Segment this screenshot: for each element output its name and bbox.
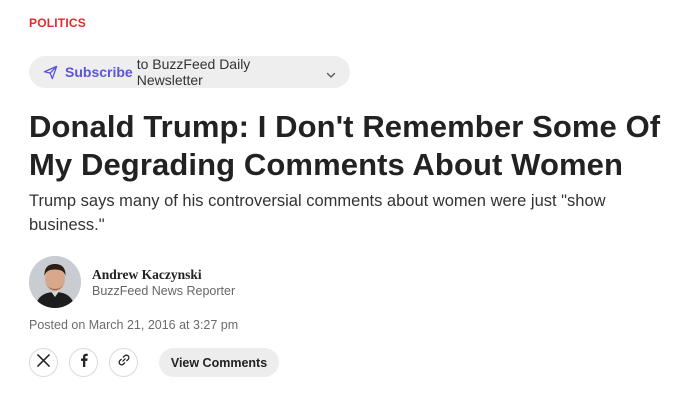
section-link-politics[interactable]: POLITICS [29,16,86,30]
posted-timestamp: Posted on March 21, 2016 at 3:27 pm [29,318,239,332]
newsletter-subscribe-button[interactable]: Subscribe to BuzzFeed Daily Newsletter [29,56,350,88]
author-info: Andrew Kaczynski BuzzFeed News Reporter [92,266,235,299]
share-facebook-button[interactable] [69,348,98,377]
article-headline: Donald Trump: I Don't Remember Some Of M… [29,109,661,182]
copy-link-button[interactable] [109,348,138,377]
x-icon [37,353,50,372]
author-name-link[interactable]: Andrew Kaczynski [92,266,235,283]
byline: Andrew Kaczynski BuzzFeed News Reporter [29,256,235,308]
author-avatar[interactable] [29,256,81,308]
newsletter-name: to BuzzFeed Daily Newsletter [136,56,251,88]
author-title: BuzzFeed News Reporter [92,283,236,298]
view-comments-button[interactable]: View Comments [159,348,279,377]
share-bar: View Comments [29,348,279,377]
subscribe-label: Subscribe [65,64,133,80]
send-icon [43,65,58,80]
share-x-button[interactable] [29,348,58,377]
article-dek: Trump says many of his controversial com… [29,192,606,234]
chevron-down-icon [326,67,336,78]
facebook-icon [79,353,89,372]
link-icon [117,353,131,372]
